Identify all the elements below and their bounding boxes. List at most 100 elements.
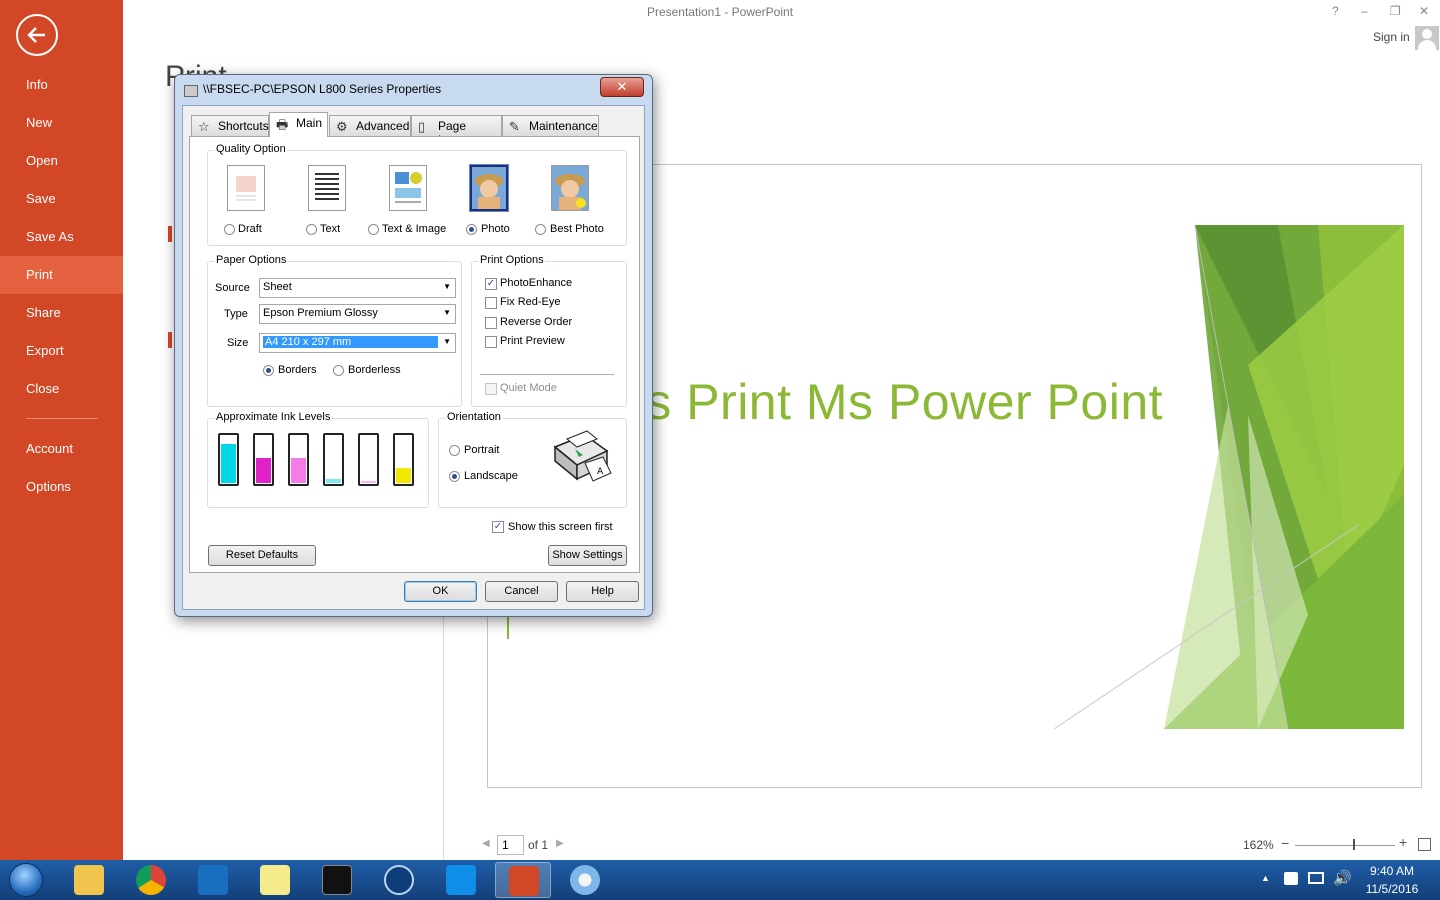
volume-icon[interactable]: 🔊	[1333, 869, 1352, 887]
taskbar-app[interactable]	[371, 862, 427, 898]
photo-radio[interactable]	[466, 224, 477, 235]
tab-page-layout[interactable]: ▯Page Layout	[411, 115, 502, 147]
clock-date[interactable]: 11/5/2016	[1360, 882, 1424, 896]
portrait-radio[interactable]	[449, 445, 460, 456]
show-screen-first-label: Show this screen first	[508, 521, 613, 533]
best-photo-label: Best Photo	[550, 223, 604, 235]
zoom-to-page-icon[interactable]	[1418, 838, 1431, 851]
size-label: Size	[227, 337, 249, 349]
draft-radio[interactable]	[224, 224, 235, 235]
nav-open[interactable]: Open	[0, 142, 123, 180]
page-count: of 1	[528, 838, 549, 852]
type-select[interactable]: Epson Premium Glossy ▼	[259, 304, 456, 324]
tab-shortcuts[interactable]: ☆ Shortcuts	[191, 115, 269, 136]
show-screen-first-checkbox[interactable]: ✓	[492, 521, 504, 533]
nav-share[interactable]: Share	[0, 294, 123, 332]
help-icon[interactable]: ?	[1332, 4, 1339, 18]
zoom-out-icon[interactable]: −	[1281, 835, 1289, 851]
page-number-input[interactable]: 1	[497, 835, 524, 855]
photo-enhance-checkbox[interactable]: ✓	[485, 278, 497, 290]
action-center-flag-icon[interactable]	[1284, 872, 1298, 885]
minimize-icon[interactable]: –	[1361, 4, 1368, 18]
quality-option-group: Quality Option Draft Text Text & Image P…	[207, 143, 627, 246]
nav-close[interactable]: Close	[0, 370, 123, 408]
tab-maintenance[interactable]: ✎ Maintenance	[502, 115, 599, 136]
landscape-radio[interactable]	[449, 471, 460, 482]
borderless-radio[interactable]	[333, 365, 344, 376]
quiet-mode-label: Quiet Mode	[500, 382, 557, 394]
text-image-radio[interactable]	[368, 224, 379, 235]
back-arrow-icon[interactable]	[16, 14, 58, 56]
reverse-order-checkbox[interactable]	[485, 317, 497, 329]
chrome-icon	[136, 865, 166, 895]
chevron-down-icon: ▼	[443, 337, 451, 346]
photo-quality-icon[interactable]	[470, 165, 508, 211]
nav-save[interactable]: Save	[0, 180, 123, 218]
taskbar-paint[interactable]	[557, 862, 613, 898]
taskbar-powerpoint[interactable]	[495, 862, 551, 898]
best-photo-radio[interactable]	[535, 224, 546, 235]
reset-defaults-button[interactable]: Reset Defaults	[208, 545, 316, 566]
paper-options-label: Paper Options	[215, 254, 288, 266]
dialog-close-button[interactable]: ✕	[600, 77, 644, 97]
tab-label: Maintenance	[529, 119, 598, 133]
taskbar-explorer[interactable]	[61, 862, 117, 898]
show-settings-button[interactable]: Show Settings	[548, 545, 627, 566]
next-page-icon[interactable]: ▶	[556, 838, 564, 849]
ok-button[interactable]: OK	[404, 581, 477, 602]
close-icon[interactable]: ✕	[1419, 4, 1429, 18]
size-value: A4 210 x 297 mm	[263, 336, 438, 348]
borders-radio[interactable]	[263, 365, 274, 376]
avatar-icon[interactable]	[1415, 26, 1439, 50]
source-value: Sheet	[263, 281, 292, 293]
nav-print[interactable]: Print	[0, 256, 123, 294]
text-image-document-icon[interactable]	[389, 165, 427, 211]
ink-levels-label: Approximate Ink Levels	[215, 411, 332, 423]
nav-info[interactable]: Info	[0, 66, 123, 104]
source-select[interactable]: Sheet ▼	[259, 278, 456, 298]
restore-icon[interactable]: ❐	[1390, 4, 1401, 18]
zoom-slider[interactable]	[1295, 845, 1395, 846]
nav-save-as[interactable]: Save As	[0, 218, 123, 256]
taskbar-teamviewer[interactable]	[433, 862, 489, 898]
tab-label: Advanced	[356, 119, 410, 133]
start-button[interactable]	[3, 861, 49, 899]
taskbar-notes[interactable]	[247, 862, 303, 898]
nav-account[interactable]: Account	[0, 430, 123, 468]
clock-time[interactable]: 9:40 AM	[1366, 864, 1418, 878]
quality-option-label: Quality Option	[215, 143, 287, 155]
print-preview-checkbox[interactable]	[485, 336, 497, 348]
nav-options[interactable]: Options	[0, 468, 123, 506]
ink-tank	[218, 433, 239, 486]
text-radio[interactable]	[306, 224, 317, 235]
help-button[interactable]: Help	[566, 581, 639, 602]
cancel-button[interactable]: Cancel	[485, 581, 558, 602]
fix-red-eye-checkbox[interactable]	[485, 297, 497, 309]
size-select[interactable]: A4 210 x 297 mm ▼	[259, 333, 456, 353]
network-icon[interactable]	[1308, 872, 1324, 884]
tab-advanced[interactable]: ⚙ Advanced	[329, 115, 411, 136]
nav-new[interactable]: New	[0, 104, 123, 142]
draft-document-icon[interactable]	[227, 165, 265, 211]
zoom-level[interactable]: 162%	[1243, 838, 1274, 852]
zoom-in-icon[interactable]: +	[1399, 834, 1407, 850]
taskbar-cmd[interactable]	[309, 862, 365, 898]
zoom-slider-thumb[interactable]	[1353, 839, 1355, 850]
sticky-notes-icon	[260, 865, 290, 895]
sign-in-link[interactable]: Sign in	[1373, 30, 1410, 44]
borderless-label: Borderless	[348, 364, 401, 376]
taskbar-outlook[interactable]	[185, 862, 241, 898]
best-photo-quality-icon[interactable]	[551, 165, 589, 211]
type-value: Epson Premium Glossy	[263, 307, 378, 319]
app-icon	[384, 865, 414, 895]
nav-export[interactable]: Export	[0, 332, 123, 370]
paint-icon	[570, 865, 600, 895]
text-document-icon[interactable]	[308, 165, 346, 211]
ink-level-fill	[361, 481, 376, 483]
prev-page-icon[interactable]: ◀	[482, 838, 490, 849]
svg-text:A: A	[597, 467, 604, 477]
show-hidden-icons[interactable]: ▲	[1261, 873, 1270, 883]
taskbar-chrome[interactable]	[123, 862, 179, 898]
quiet-mode-checkbox[interactable]	[485, 383, 497, 395]
tab-main[interactable]: 🖶 Main	[269, 112, 328, 137]
